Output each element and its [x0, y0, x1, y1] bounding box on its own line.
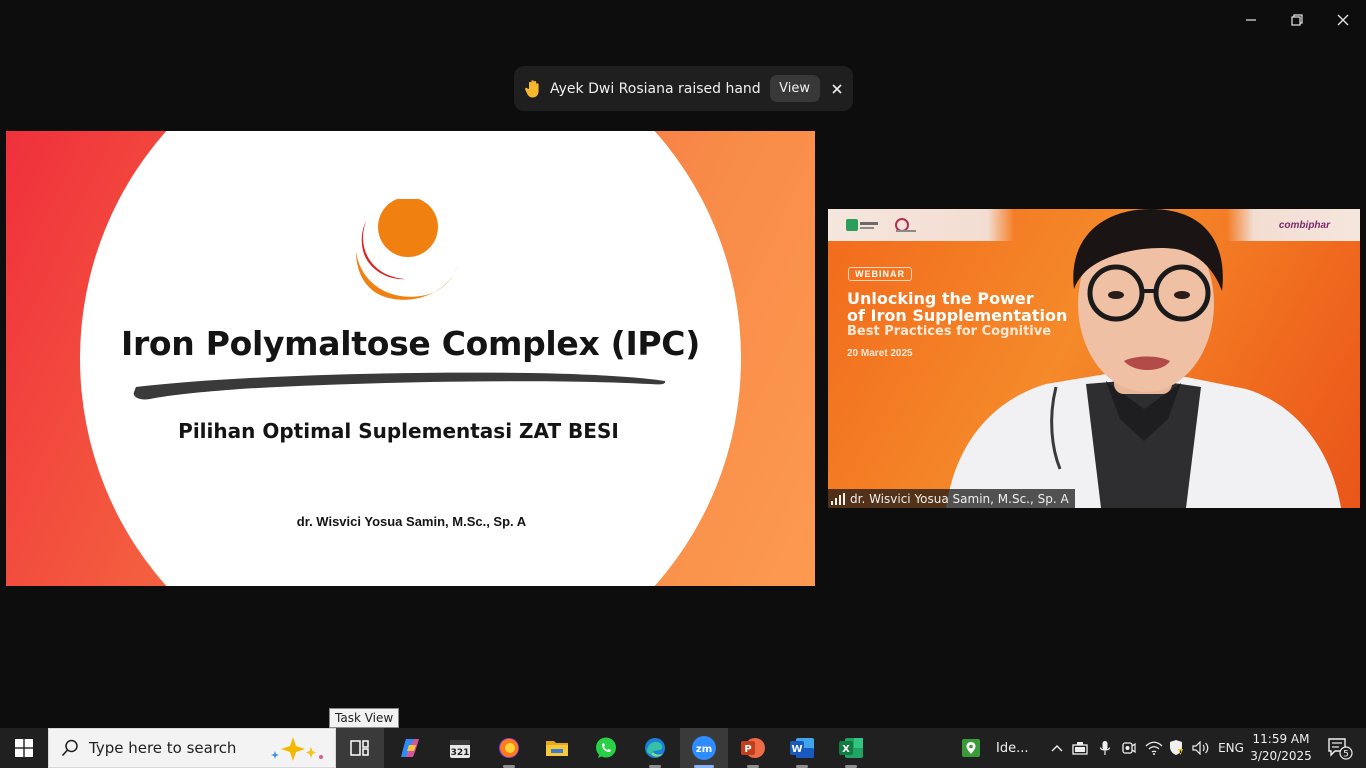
edge-icon: [645, 738, 665, 758]
widget-news-icon: [962, 739, 980, 757]
tray-volume-button[interactable]: [1190, 728, 1212, 768]
svg-text:321: 321: [451, 748, 470, 758]
svg-text:P: P: [744, 744, 751, 755]
widgets-button[interactable]: Ide...: [960, 728, 1040, 768]
slide-subtitle: Pilihan Optimal Suplementasi ZAT BESI: [178, 419, 619, 443]
raised-hand-icon: [524, 78, 542, 100]
taskbar-app-whatsapp[interactable]: [582, 728, 630, 768]
shield-warning-icon: [1170, 740, 1183, 755]
shared-screen-slide[interactable]: Iron Polymaltose Complex (IPC) Pilihan O…: [6, 131, 815, 586]
signal-strength-icon: [831, 492, 845, 505]
svg-text:X: X: [842, 744, 850, 755]
task-view-icon: [350, 740, 369, 756]
battery-icon: [1072, 742, 1088, 755]
svg-text:zm: zm: [696, 744, 712, 755]
svg-text:5: 5: [1343, 750, 1349, 760]
word-icon: W: [790, 738, 814, 758]
svg-text:W: W: [791, 744, 802, 755]
taskbar-app-copilot[interactable]: [386, 728, 434, 768]
firefox-icon: [499, 738, 519, 758]
task-view-button[interactable]: [336, 728, 384, 768]
webinar-tag: WEBINAR: [848, 267, 912, 281]
windows-logo-icon: [15, 739, 33, 757]
start-button[interactable]: [0, 728, 48, 768]
taskbar-clock[interactable]: 11:59 AM 3/20/2025: [1248, 731, 1314, 765]
show-hidden-icons-button[interactable]: [1046, 728, 1068, 768]
notification-center-button[interactable]: 5: [1320, 728, 1360, 768]
restore-button[interactable]: [1274, 0, 1320, 40]
taskbar-app-edge[interactable]: [631, 728, 679, 768]
search-highlight-icon: [271, 737, 323, 761]
search-icon: [61, 739, 78, 757]
speaker-video-tile[interactable]: combiphar WEBINAR Unlocking the Power of…: [828, 209, 1360, 508]
close-icon: [832, 83, 842, 94]
ipc-logo-icon: [356, 199, 458, 300]
taskbar-app-word[interactable]: W: [778, 728, 826, 768]
zoom-meeting-window: Ayek Dwi Rosiana raised hand View Iron P…: [0, 0, 1366, 728]
clock-time: 11:59 AM: [1252, 732, 1310, 746]
search-placeholder: Type here to search: [89, 739, 237, 757]
speaker-avatar: [946, 209, 1341, 508]
slide-title: Iron Polymaltose Complex (IPC): [120, 324, 701, 363]
close-window-button[interactable]: [1320, 0, 1366, 40]
taskbar-app-zoom[interactable]: zm: [680, 728, 728, 768]
microphone-icon: [1099, 741, 1111, 755]
participant-name: dr. Wisvici Yosua Samin, M.Sc., Sp. A: [850, 491, 1069, 506]
taskbar-app-calendar[interactable]: 321: [436, 728, 484, 768]
restore-icon: [1291, 14, 1303, 26]
slide-author: dr. Wisvici Yosua Samin, M.Sc., Sp. A: [296, 514, 527, 529]
close-icon: [1337, 14, 1349, 26]
volume-icon: [1192, 741, 1209, 755]
zoom-icon: zm: [692, 736, 716, 760]
tray-network-button[interactable]: [1142, 728, 1166, 768]
calendar-icon: 321: [450, 740, 470, 758]
excel-icon: X: [839, 738, 863, 758]
chevron-up-icon: [1051, 745, 1063, 752]
taskbar-search-box[interactable]: Type here to search: [48, 728, 336, 768]
brush-stroke-divider: [133, 372, 666, 400]
sponsor-logos-icon: [846, 218, 916, 232]
taskbar-app-file-explorer[interactable]: [533, 728, 581, 768]
webinar-date: 20 Maret 2025: [847, 348, 913, 359]
windows-taskbar: Type here to search 321 zm P W X Ide... …: [0, 728, 1366, 768]
taskbar-app-excel[interactable]: X: [827, 728, 875, 768]
powerpoint-icon: P: [741, 738, 765, 758]
taskbar-app-firefox[interactable]: [485, 728, 533, 768]
dismiss-notification-button[interactable]: [832, 80, 844, 98]
taskbar-app-powerpoint[interactable]: P: [729, 728, 777, 768]
camera-in-use-icon: [1122, 742, 1136, 754]
tray-battery-button[interactable]: [1070, 728, 1092, 768]
task-view-tooltip: Task View: [329, 708, 400, 728]
tray-security-button[interactable]: [1166, 728, 1188, 768]
widget-label: Ide...: [996, 740, 1029, 756]
tray-camera-button[interactable]: [1118, 728, 1140, 768]
whatsapp-icon: [596, 737, 616, 758]
folder-icon: [546, 741, 568, 756]
notification-message: Ayek Dwi Rosiana raised hand: [550, 80, 761, 97]
tray-microphone-button[interactable]: [1094, 728, 1116, 768]
minimize-button[interactable]: [1228, 0, 1274, 40]
wifi-icon: [1145, 741, 1163, 755]
clock-date: 3/20/2025: [1250, 749, 1312, 763]
raised-hand-notification: Ayek Dwi Rosiana raised hand View: [514, 66, 853, 111]
notification-icon: 5: [1328, 738, 1353, 760]
language-indicator[interactable]: ENG: [1214, 728, 1248, 768]
participant-nameplate: dr. Wisvici Yosua Samin, M.Sc., Sp. A: [828, 489, 1075, 508]
view-button[interactable]: View: [769, 75, 820, 102]
copilot-icon: [401, 739, 419, 757]
minimize-icon: [1246, 19, 1256, 21]
